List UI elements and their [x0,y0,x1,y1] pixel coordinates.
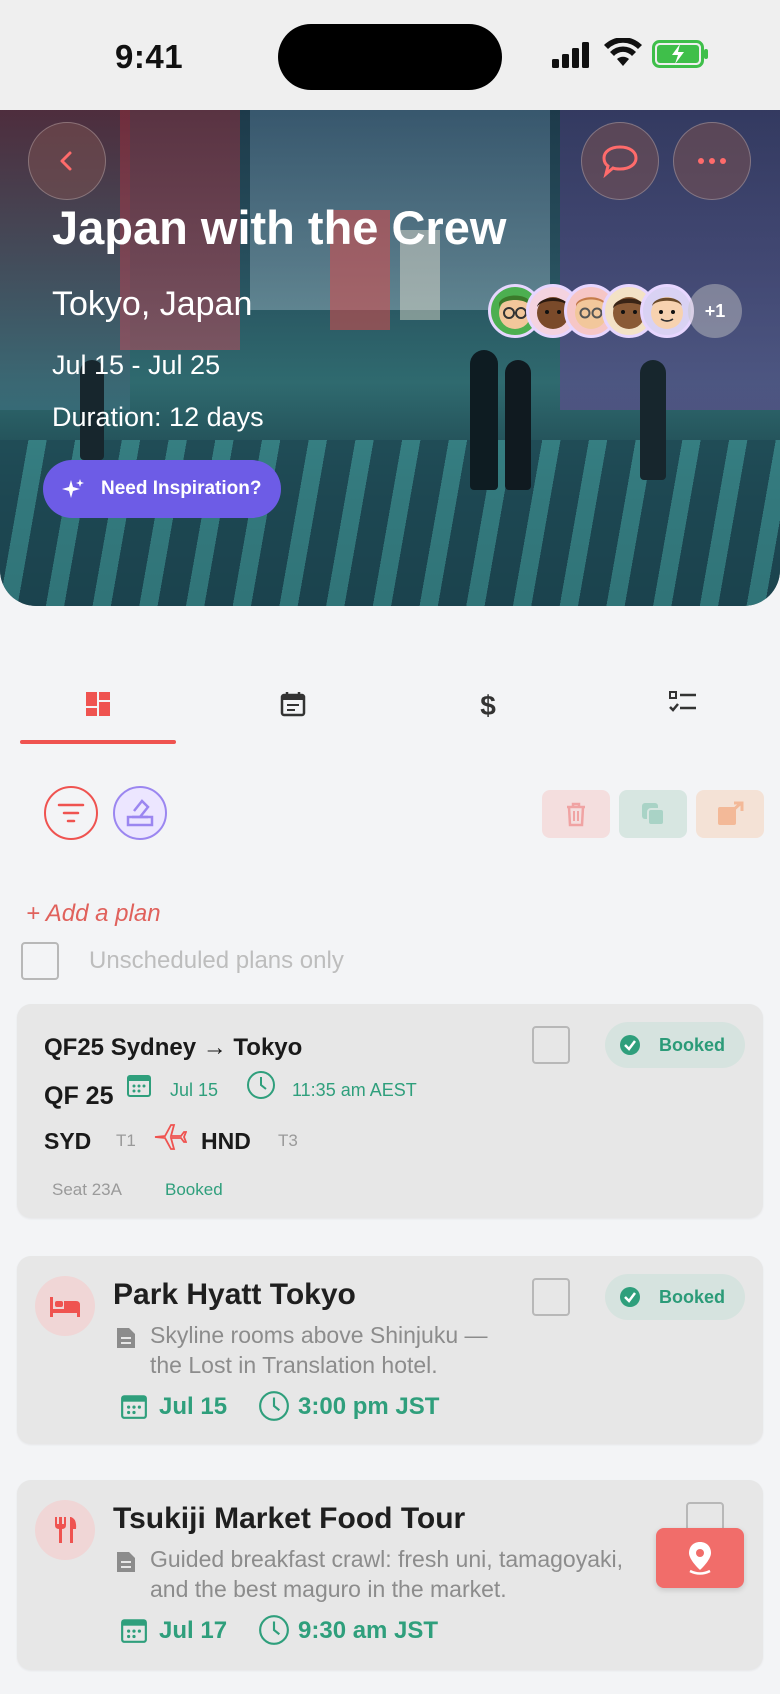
tab-overview[interactable] [20,690,176,742]
category-icon-circle [35,1276,95,1336]
edit-button[interactable] [696,790,764,838]
booked-badge: Booked [605,1274,745,1320]
booking-status: Booked [165,1180,223,1199]
checklist-icon [669,691,696,712]
ellipsis-icon [698,158,726,164]
flight-time: 11:35 am AEST [292,1080,417,1100]
plan-select-checkbox[interactable] [532,1278,570,1316]
status-time: 9:41 [115,38,184,75]
document-icon [117,1552,135,1572]
tab-checklist[interactable] [605,690,761,742]
bed-icon [50,1297,80,1317]
ballot-box-icon [126,799,154,827]
need-inspiration-button[interactable]: Need Inspiration? [43,460,281,518]
clock-icon [259,1615,289,1645]
flight-plan-card[interactable]: QF25 Sydney → Tokyo Booked QF 25 Jul 15 … [17,1004,763,1218]
active-tab-indicator [20,740,176,744]
trip-location: Tokyo, Japan [52,285,253,323]
dashboard-icon [86,692,110,716]
origin-terminal: T1 [116,1131,136,1150]
calendar-icon [127,1075,151,1097]
plan-time: 9:30 am JST [298,1617,439,1644]
member-avatar[interactable] [640,284,694,338]
trash-icon [567,802,585,827]
plan-description: Skyline rooms above Shinjuku — the Lost … [150,1320,710,1380]
calendar-icon [121,1619,147,1643]
booked-badge: Booked [605,1022,745,1068]
chevron-left-icon [60,151,72,171]
trip-tabs: $ [20,690,760,742]
trip-hero-banner: Japan with the Crew Tokyo, Japan Jul 15 … [0,110,780,606]
status-bar: 9:41 [0,0,780,110]
check-circle-icon [619,1034,641,1056]
flight-code: QF 25 [44,1082,114,1110]
seat-info: Seat 23A [52,1180,122,1199]
flight-title: QF25 Sydney → Tokyo [44,1034,303,1061]
clock-icon [259,1391,289,1421]
battery-charging-icon [652,40,708,68]
sparkles-icon [61,477,85,501]
chat-button[interactable] [581,122,659,200]
filter-button[interactable] [44,786,98,840]
wifi-icon [604,38,642,66]
plan-date: Jul 17 [159,1617,228,1644]
booked-badge-label: Booked [659,1034,726,1055]
trip-dates: Jul 15 - Jul 25 [52,350,221,380]
map-pin-icon [689,1542,711,1575]
duplicate-button[interactable] [619,790,687,838]
edit-external-icon [718,801,744,825]
check-circle-icon [619,1286,641,1308]
svg-text:$: $ [480,690,496,720]
destination-terminal: T3 [278,1131,298,1150]
calendar-icon [121,1395,147,1419]
booked-badge-label: Booked [659,1286,726,1307]
map-view-button[interactable] [656,1528,744,1588]
cellular-signal-icon [552,42,589,68]
flight-destination: HND [201,1128,251,1154]
calendar-icon [280,692,306,717]
flight-origin: SYD [44,1128,92,1154]
plan-description-line: the Lost in Translation hotel. [150,1352,438,1378]
add-plan-link[interactable]: + Add a plan [26,900,161,928]
more-members-count[interactable]: +1 [688,284,742,338]
need-inspiration-label: Need Inspiration? [101,478,262,499]
dollar-icon: $ [480,690,496,720]
more-options-button[interactable] [673,122,751,200]
plan-select-checkbox[interactable] [532,1026,570,1064]
clock-icon [247,1071,275,1099]
trip-title: Japan with the Crew [52,201,507,254]
flight-date: Jul 15 [170,1080,219,1100]
plane-icon [154,1124,187,1150]
plan-date: Jul 15 [159,1393,228,1420]
filter-icon [57,803,85,823]
unscheduled-only-label: Unscheduled plans only [89,947,344,974]
plan-card[interactable]: Tsukiji Market Food Tour Guided breakfas… [17,1480,763,1670]
plan-title: Tsukiji Market Food Tour [113,1502,466,1535]
tab-calendar[interactable] [215,690,371,742]
trip-page: 9:41 Japan with the Crew Tokyo, Japan Ju… [0,0,780,1694]
dynamic-island [278,24,502,90]
document-icon [117,1328,135,1348]
chat-bubble-icon [602,145,638,178]
delete-button[interactable] [542,790,610,838]
tab-budget[interactable]: $ [410,690,566,742]
trip-duration: Duration: 12 days [52,402,264,432]
copy-icon [642,803,665,826]
plan-description-line: Skyline rooms above Shinjuku — [150,1322,488,1348]
plan-title: Park Hyatt Tokyo [113,1278,356,1311]
plan-card[interactable]: Park Hyatt Tokyo Booked Skyline rooms ab… [17,1256,763,1444]
back-button[interactable] [28,122,106,200]
utensils-icon [55,1517,77,1543]
plan-time: 3:00 pm JST [298,1393,440,1420]
unscheduled-only-checkbox[interactable] [21,942,59,980]
category-icon-circle [35,1500,95,1560]
select-mode-button[interactable] [113,786,167,840]
